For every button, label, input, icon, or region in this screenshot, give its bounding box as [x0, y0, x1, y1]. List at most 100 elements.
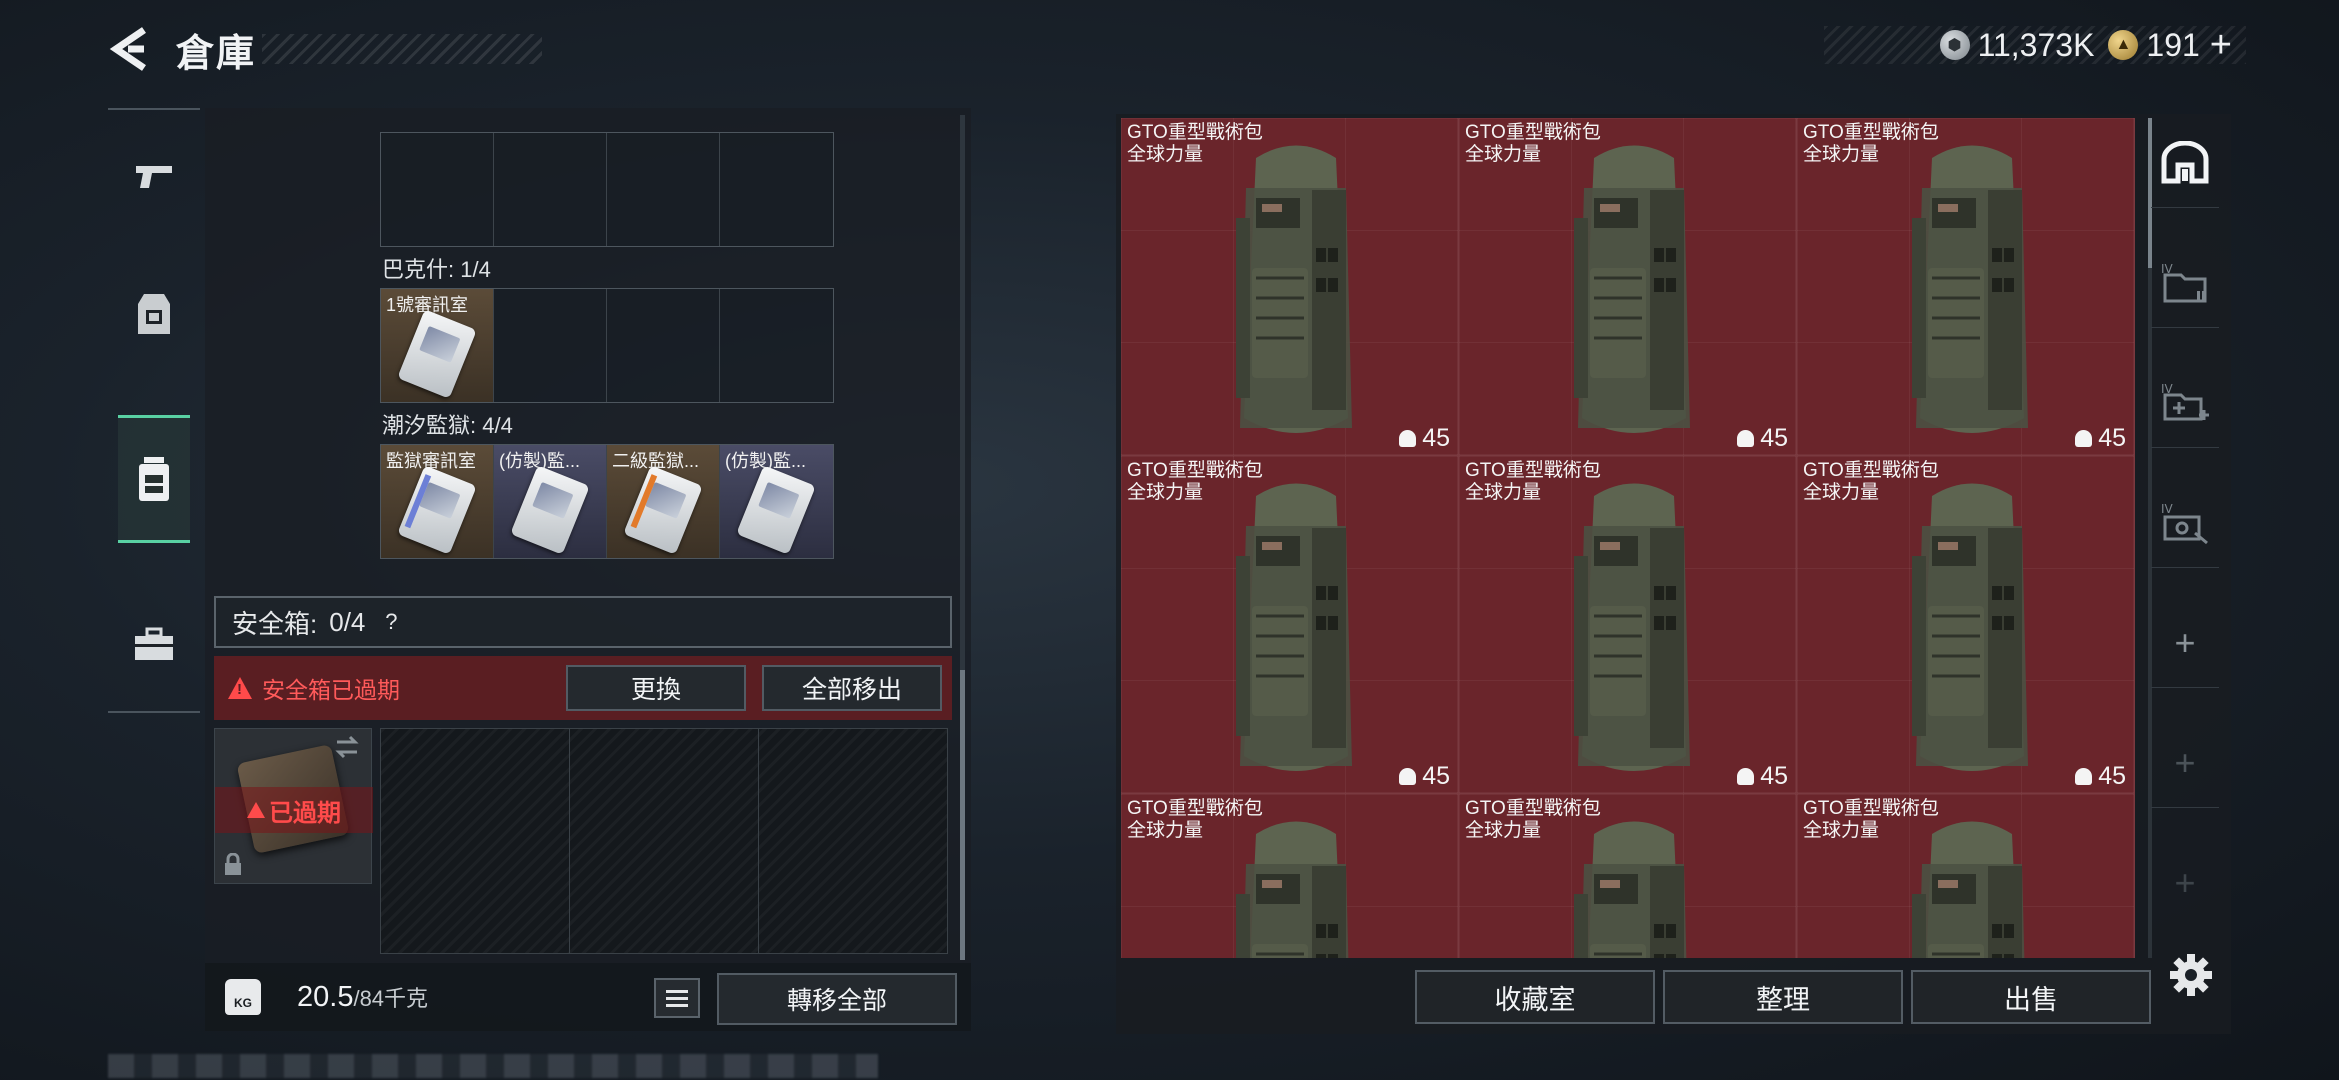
- transfer-all-button[interactable]: 轉移全部: [717, 973, 957, 1025]
- empty-slot[interactable]: [720, 289, 833, 402]
- key-item[interactable]: (仿製)監...: [494, 445, 607, 558]
- stash-item[interactable]: GTO重型戰術包 全球力量 45: [1459, 118, 1797, 456]
- back-arrow-icon[interactable]: [108, 24, 154, 74]
- gold-amount: 191: [2146, 26, 2200, 63]
- gold-currency[interactable]: ▲ 191 +: [2108, 24, 2232, 67]
- tactical-backpack-icon: [1912, 483, 2028, 771]
- currency-bar: ⬢ 11,373K ▲ 191 +: [1824, 24, 2246, 67]
- stash-item[interactable]: GTO重型戰術包 全球力量 45: [1121, 456, 1459, 794]
- stash-item[interactable]: GTO重型戰術包 全球力量 45: [1797, 118, 2135, 456]
- category-supplies[interactable]: [118, 580, 190, 708]
- key-item[interactable]: 二級監獄...: [607, 445, 720, 558]
- stash-item[interactable]: GTO重型戰術包 全球力量: [1121, 794, 1459, 958]
- tab-main-stash[interactable]: [2151, 118, 2219, 208]
- title-decoration: [262, 34, 542, 64]
- key-item[interactable]: (仿製)監...: [720, 445, 833, 558]
- stash-item[interactable]: GTO重型戰術包 全球力量: [1459, 794, 1797, 958]
- stash-item[interactable]: GTO重型戰術包 全球力量 45: [1121, 118, 1459, 456]
- empty-slot[interactable]: [494, 289, 607, 402]
- item-name: GTO重型戰術包 全球力量: [1127, 460, 1263, 504]
- safe-slot[interactable]: [570, 729, 759, 953]
- item-weight: 45: [1399, 424, 1450, 453]
- safe-box-label: 安全箱:: [232, 608, 318, 639]
- keycard-icon: [623, 465, 703, 555]
- item-name-line2: 全球力量: [1803, 144, 1880, 165]
- stash-item[interactable]: GTO重型戰術包 全球力量 45: [1797, 456, 2135, 794]
- safe-slot[interactable]: [759, 729, 947, 953]
- empty-slot[interactable]: [607, 289, 720, 402]
- silver-coin-icon: ⬢: [1939, 30, 1970, 60]
- swap-icon[interactable]: [333, 735, 361, 759]
- category-rail: [108, 108, 200, 713]
- left-scroll-thumb[interactable]: [960, 670, 965, 960]
- keycard-icon: [397, 465, 477, 555]
- key-slot-row: 1號審訊室: [380, 288, 834, 403]
- tactical-backpack-icon: [1574, 145, 1690, 433]
- warning-icon: [247, 802, 265, 818]
- tab-stash-2[interactable]: IV: [2151, 238, 2219, 328]
- item-name-line1: GTO重型戰術包: [1803, 460, 1939, 481]
- item-name-line2: 全球力量: [1127, 144, 1204, 165]
- item-weight-value: 45: [1760, 762, 1788, 790]
- key-item[interactable]: 1號審訊室: [381, 289, 494, 402]
- weight-readout: 20.5/84千克: [297, 981, 428, 1014]
- remove-all-button[interactable]: 全部移出: [762, 665, 942, 711]
- item-name-line2: 全球力量: [1465, 820, 1542, 841]
- weight-icon: [2075, 768, 2093, 785]
- item-name-line1: GTO重型戰術包: [1465, 460, 1601, 481]
- tactical-backpack-icon: [1912, 145, 2028, 433]
- organize-button[interactable]: 整理: [1663, 970, 1903, 1024]
- item-name: GTO重型戰術包 全球力量: [1465, 460, 1601, 504]
- key-item[interactable]: 監獄審訊室: [381, 445, 494, 558]
- stash-item[interactable]: GTO重型戰術包 全球力量 45: [1459, 456, 1797, 794]
- weight-icon: [2075, 430, 2093, 447]
- settings-gear-icon[interactable]: [2168, 952, 2214, 998]
- category-gear[interactable]: [118, 250, 190, 378]
- tab-stash-4[interactable]: IV: [2151, 478, 2219, 568]
- empty-slot[interactable]: [720, 133, 833, 246]
- add-gold-icon[interactable]: +: [2210, 24, 2232, 67]
- key-slot-row: 監獄審訊室 (仿製)監... 二級監獄... (仿製)監...: [380, 444, 834, 559]
- tab-stash-3[interactable]: IV: [2151, 358, 2219, 448]
- item-name: GTO重型戰術包 全球力量: [1803, 460, 1939, 504]
- empty-slot[interactable]: [607, 133, 720, 246]
- safe-box-header: 安全箱: 0/4 ?: [214, 596, 952, 648]
- weight-icon: [1737, 768, 1755, 785]
- item-name-line1: GTO重型戰術包: [1127, 798, 1263, 819]
- add-stash-tab-button-disabled[interactable]: +: [2151, 838, 2219, 928]
- stash-tab-rail: IV IV IV + + +: [2141, 118, 2229, 958]
- item-label: (仿製)監...: [499, 451, 580, 471]
- replace-button[interactable]: 更換: [566, 665, 746, 711]
- safe-slot[interactable]: [381, 729, 570, 953]
- item-name-line2: 全球力量: [1803, 820, 1880, 841]
- stash-icon: [2161, 140, 2209, 183]
- add-stash-tab-button[interactable]: +: [2151, 598, 2219, 688]
- weight-icon: [1399, 430, 1417, 447]
- item-name-line1: GTO重型戰術包: [1465, 122, 1601, 143]
- add-stash-tab-button-disabled[interactable]: +: [2151, 718, 2219, 808]
- item-name-line2: 全球力量: [1465, 482, 1542, 503]
- item-weight: 45: [2075, 424, 2126, 453]
- collection-room-button[interactable]: 收藏室: [1415, 970, 1655, 1024]
- item-name-line2: 全球力量: [1127, 482, 1204, 503]
- item-name: GTO重型戰術包 全球力量: [1803, 122, 1939, 166]
- backpack-icon: [139, 457, 169, 501]
- help-icon[interactable]: ?: [377, 608, 405, 636]
- key-slot-row: [380, 132, 834, 247]
- tactical-backpack-icon: [1236, 483, 1352, 771]
- category-backpack[interactable]: [118, 415, 190, 543]
- section-label-bakesh: 巴克什: 1/4: [382, 257, 491, 282]
- blurred-footer: [108, 1054, 878, 1078]
- list-view-icon[interactable]: [654, 978, 700, 1018]
- empty-slot[interactable]: [381, 133, 494, 246]
- section-label-tide-prison: 潮汐監獄: 4/4: [382, 413, 513, 438]
- safe-box-item[interactable]: 已過期: [214, 728, 373, 884]
- tools-iv-icon: IV: [2161, 502, 2208, 544]
- folder-plus-iv-icon: IV: [2161, 382, 2209, 420]
- category-weapons[interactable]: [118, 112, 190, 240]
- empty-slot[interactable]: [494, 133, 607, 246]
- stash-item[interactable]: GTO重型戰術包 全球力量: [1797, 794, 2135, 958]
- sell-button[interactable]: 出售: [1911, 970, 2151, 1024]
- item-name: GTO重型戰術包 全球力量: [1465, 798, 1601, 842]
- keycard-icon: [397, 309, 477, 399]
